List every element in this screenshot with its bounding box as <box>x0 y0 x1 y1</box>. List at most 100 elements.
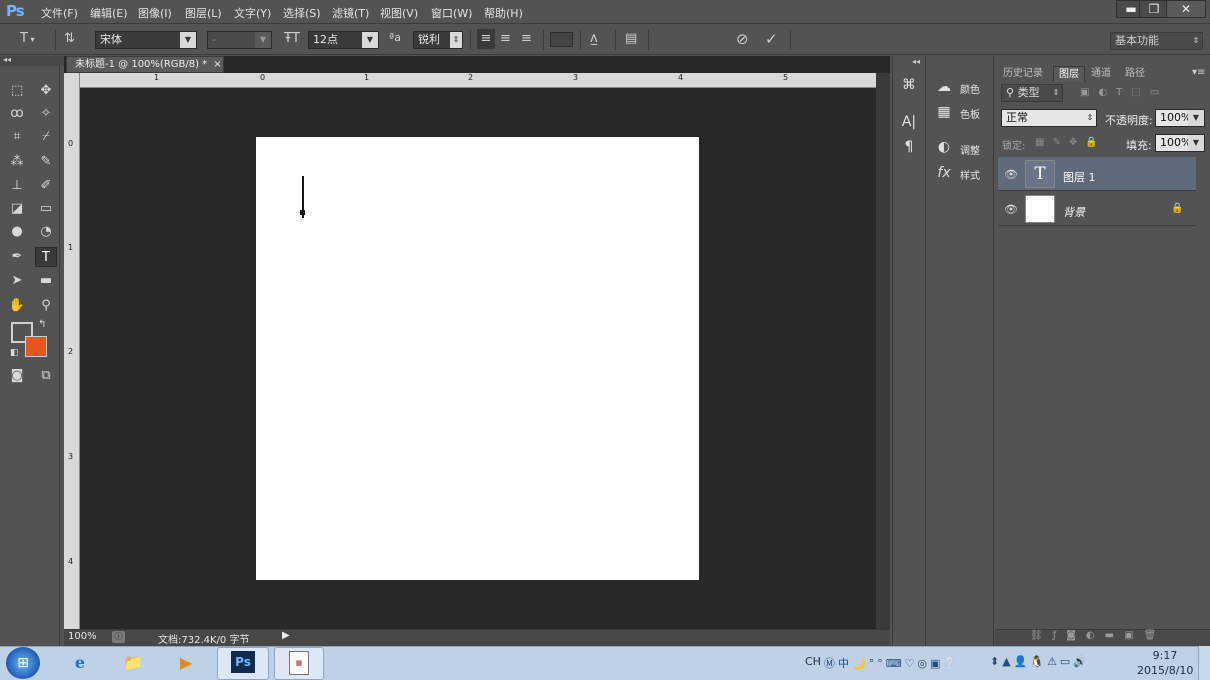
blur-tool-icon[interactable]: ● <box>6 222 28 242</box>
hand-tool-icon[interactable]: ✋ <box>6 296 28 316</box>
antialias-select[interactable]: 锐利 ⇕ <box>413 31 463 49</box>
zoom-tool-icon[interactable]: ⚲ <box>35 296 57 316</box>
type-tool-icon[interactable]: T <box>35 247 57 267</box>
blend-mode-select[interactable]: 正常 ⇕ <box>1001 109 1097 127</box>
orientation-toggle-icon[interactable]: ⇅ <box>64 31 75 46</box>
layer-filter-select[interactable]: ⚲ 类型 ⇕ <box>1001 84 1063 102</box>
document-app-icon[interactable]: ▦ <box>289 651 309 675</box>
menu-edit[interactable]: 编辑(E) <box>90 5 128 21</box>
marquee-tool-icon[interactable]: ⬚ <box>6 81 28 101</box>
color-panel-label[interactable]: 颜色 <box>960 81 980 96</box>
brush-tool-icon[interactable]: ✎ <box>35 152 57 172</box>
status-menu-arrow-icon[interactable]: ▶ <box>282 630 290 641</box>
close-tab-icon[interactable]: × <box>213 59 221 70</box>
menu-file[interactable]: 文件(F) <box>41 5 78 21</box>
magic-wand-tool-icon[interactable]: ✧ <box>35 104 57 124</box>
tab-history[interactable]: 历史记录 <box>998 66 1048 82</box>
ruler-label: 1 <box>154 73 160 82</box>
canvas[interactable] <box>256 137 699 580</box>
dodge-tool-icon[interactable]: ◔ <box>35 222 57 242</box>
swatches-panel-label[interactable]: 色板 <box>960 106 980 121</box>
cancel-icon[interactable]: ⊘ <box>736 30 749 48</box>
lock-icons[interactable]: ▦✎✥🔒 <box>1035 137 1106 148</box>
text-color-swatch[interactable] <box>550 32 573 47</box>
adjustments-panel-label[interactable]: 调整 <box>960 142 980 157</box>
vertical-scrollbar[interactable] <box>876 73 890 629</box>
lasso-tool-icon[interactable]: ꝏ <box>6 104 28 124</box>
tray-icons[interactable]: Ⓜ中🌙°°⌨♡◎▣❔ <box>824 655 984 671</box>
status-info-icon[interactable]: ⓘ <box>112 631 125 643</box>
language-indicator[interactable]: CH <box>805 655 821 668</box>
character-panel-icon[interactable]: ▤ <box>625 31 637 46</box>
3d-panel-icon[interactable]: ⌘ <box>894 77 924 93</box>
explorer-icon[interactable]: 📁 <box>108 648 158 680</box>
panel-menu-icon[interactable]: ▾≡ <box>1192 67 1205 78</box>
healing-brush-tool-icon[interactable]: ⁂ <box>6 152 28 172</box>
align-center-icon[interactable]: ≡ <box>500 31 511 46</box>
paragraph-panel-icon[interactable]: ¶ <box>894 139 924 155</box>
move-tool-icon[interactable]: ✥ <box>35 81 57 101</box>
path-selection-tool-icon[interactable]: ➤ <box>6 271 28 291</box>
media-player-icon[interactable]: ▶ <box>161 648 211 680</box>
fx-icon[interactable]: fx <box>929 165 959 181</box>
font-family-select[interactable]: 宋体 ▼ <box>95 31 197 49</box>
tab-paths[interactable]: 路径 <box>1120 66 1150 82</box>
layer-name[interactable]: 图层 1 <box>1063 169 1096 185</box>
font-style-select[interactable]: - ▼ <box>207 31 272 49</box>
menu-layer[interactable]: 图层(L) <box>185 5 222 21</box>
eyedropper-tool-icon[interactable]: ⌿ <box>35 127 57 147</box>
menu-select[interactable]: 选择(S) <box>283 5 321 21</box>
background-color-swatch[interactable] <box>25 336 47 357</box>
tab-channels[interactable]: 通道 <box>1086 66 1116 82</box>
menu-view[interactable]: 视图(V) <box>380 5 418 21</box>
crop-tool-icon[interactable]: ⌗ <box>6 127 28 147</box>
start-button-icon[interactable]: ⊞ <box>6 647 40 679</box>
layer-name[interactable]: 背景 <box>1063 204 1085 220</box>
eye-icon[interactable]: 👁 <box>1004 168 1018 181</box>
show-desktop-button[interactable] <box>1198 646 1210 680</box>
zoom-level[interactable]: 100% <box>68 631 97 642</box>
stamp-tool-icon[interactable]: ⊥ <box>6 176 28 196</box>
default-colors-icon[interactable]: ◧ <box>10 348 19 358</box>
pen-tool-icon[interactable]: ✒ <box>6 247 28 267</box>
workspace-select[interactable]: 基本功能 ⇕ <box>1110 32 1203 50</box>
photoshop-icon[interactable]: Ps <box>231 651 255 673</box>
screen-mode-icon[interactable]: ⧉ <box>35 366 57 386</box>
warp-text-icon[interactable]: ʌ̲ <box>590 31 598 46</box>
styles-panel-label[interactable]: 样式 <box>960 167 980 182</box>
menu-filter[interactable]: 滤镜(T) <box>332 5 369 21</box>
tray-icons-2[interactable]: ⬍▲👤🐧⚠▭🔊 <box>990 655 1120 668</box>
menu-window[interactable]: 窗口(W) <box>431 5 472 21</box>
opacity-input[interactable]: 100% ▼ <box>1155 109 1205 127</box>
quick-mask-icon[interactable]: ◙ <box>6 366 28 386</box>
history-brush-tool-icon[interactable]: ✐ <box>35 176 57 196</box>
fill-input[interactable]: 100% ▼ <box>1155 134 1205 152</box>
layers-footer-icons[interactable]: ⛓ƒ◙◐▬▣🗑 <box>1030 630 1166 641</box>
eye-icon[interactable]: 👁 <box>1004 203 1018 216</box>
swatches-icon[interactable]: ▦ <box>929 104 959 120</box>
menu-type[interactable]: 文字(Y) <box>234 5 271 21</box>
close-button[interactable]: ✕ <box>1166 0 1206 18</box>
eraser-tool-icon[interactable]: ◪ <box>6 199 28 219</box>
rectangle-tool-icon[interactable]: ▬ <box>35 271 57 291</box>
restore-button[interactable]: ❐ <box>1139 0 1169 18</box>
document-tab[interactable]: 未标题-1 @ 100%(RGB/8) * × <box>66 56 224 73</box>
adjust-icon[interactable]: ◐ <box>929 139 959 155</box>
type-tool-preset-icon[interactable]: T ▾ <box>20 31 35 46</box>
commit-icon[interactable]: ✓ <box>765 30 778 48</box>
tab-layers[interactable]: 图层 <box>1053 66 1085 82</box>
menu-image[interactable]: 图像(I) <box>138 5 172 21</box>
gradient-tool-icon[interactable]: ▭ <box>35 199 57 219</box>
menu-help[interactable]: 帮助(H) <box>484 5 523 21</box>
align-right-icon[interactable]: ≡ <box>521 31 532 46</box>
swap-colors-icon[interactable]: ↰ <box>38 319 46 330</box>
clock-date[interactable]: 2015/8/10 <box>1137 664 1193 677</box>
palette-icon[interactable]: ☁ <box>929 79 959 95</box>
font-size-select[interactable]: 12点 ▼ <box>308 31 379 49</box>
collapse-icon[interactable]: ◂◂ <box>912 57 920 66</box>
ie-icon[interactable]: e <box>55 648 105 680</box>
clock-time[interactable]: 9:17 <box>1150 649 1180 662</box>
character-panel-icon[interactable]: A| <box>894 114 924 130</box>
align-left-icon[interactable]: ≡ <box>477 29 495 49</box>
layer-filter-icons[interactable]: ▣◐T⬚▭ <box>1080 87 1168 98</box>
